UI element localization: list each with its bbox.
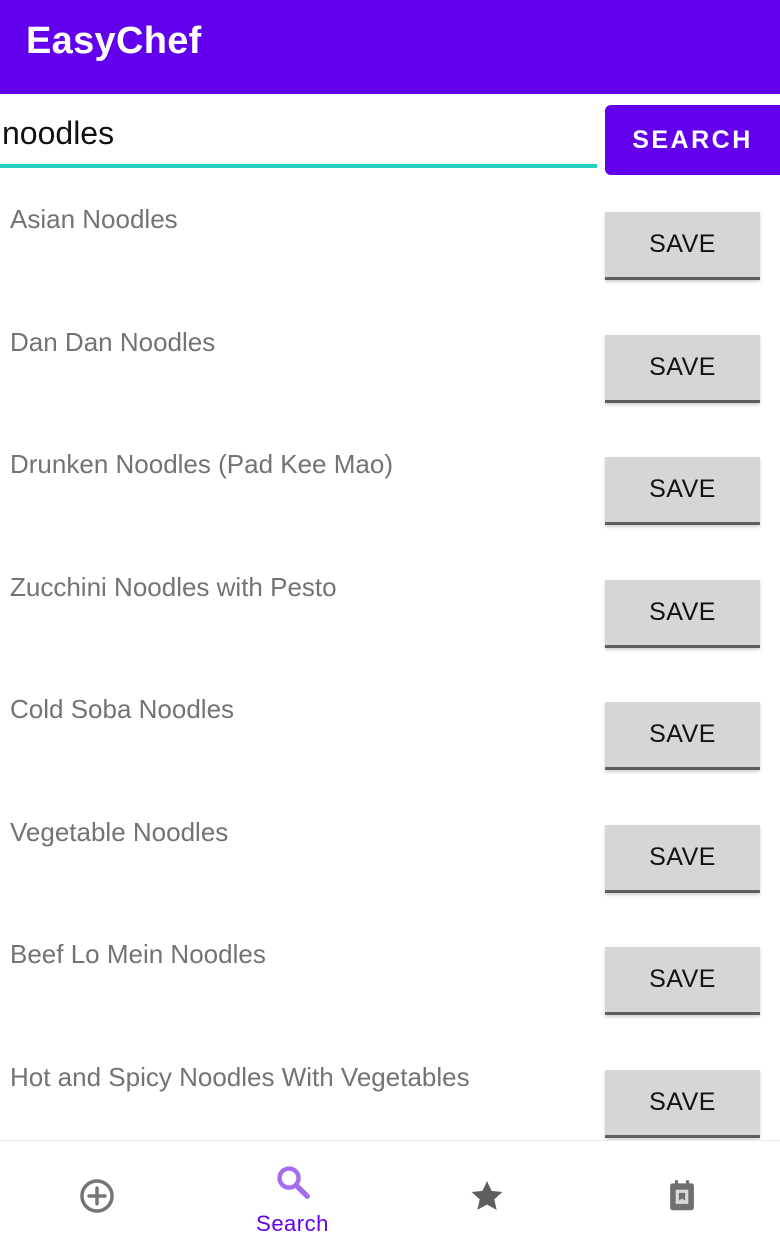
search-button[interactable]: SEARCH: [605, 105, 780, 175]
nav-label-search: Search: [256, 1211, 329, 1236]
recipe-name: Hot and Spicy Noodles With Vegetables: [10, 1061, 470, 1092]
list-item: Drunken Noodles (Pad Kee Mao) SAVE: [0, 429, 780, 552]
nav-item-recipes[interactable]: [585, 1141, 780, 1241]
nav-item-add[interactable]: [0, 1141, 195, 1241]
nav-item-favorites[interactable]: [390, 1141, 585, 1241]
recipe-name: Drunken Noodles (Pad Kee Mao): [10, 449, 393, 479]
search-input[interactable]: [0, 112, 597, 168]
star-icon: [471, 1180, 503, 1210]
recipe-name: Zucchini Noodles with Pesto: [10, 571, 337, 602]
list-item: Vegetable Noodles SAVE: [0, 797, 780, 920]
app-bar: EasyChef: [0, 0, 780, 94]
recipe-name: Vegetable Noodles: [10, 816, 229, 847]
nav-item-search[interactable]: Search: [195, 1141, 390, 1241]
save-button[interactable]: SAVE: [605, 824, 760, 893]
recipe-name: Cold Soba Noodles: [10, 694, 235, 724]
list-item: Cold Soba Noodles SAVE: [0, 674, 780, 797]
results-list[interactable]: Asian Noodles SAVE Dan Dan Noodles SAVE …: [0, 184, 780, 1140]
list-item: Hot and Spicy Noodles With Vegetables SA…: [0, 1042, 780, 1141]
save-button[interactable]: SAVE: [605, 212, 760, 280]
save-button[interactable]: SAVE: [605, 947, 760, 1015]
list-item: Zucchini Noodles with Pesto SAVE: [0, 552, 780, 675]
recipe-book-icon: [670, 1180, 694, 1211]
app-screen: EasyChef SEARCH Asian Noodles SAVE Dan D…: [0, 0, 780, 1241]
app-title: EasyChef: [26, 20, 202, 62]
add-circle-icon: [80, 1179, 114, 1213]
list-item: Dan Dan Noodles SAVE: [0, 307, 780, 430]
save-button[interactable]: SAVE: [605, 579, 760, 648]
bottom-navigation: Search: [0, 1140, 780, 1241]
list-item: Asian Noodles SAVE: [0, 184, 780, 307]
save-button[interactable]: SAVE: [605, 702, 760, 770]
save-button[interactable]: SAVE: [605, 334, 760, 403]
recipe-name: Asian Noodles: [10, 204, 178, 234]
save-button[interactable]: SAVE: [605, 457, 760, 525]
search-icon: [277, 1166, 310, 1199]
recipe-name: Beef Lo Mein Noodles: [10, 939, 266, 969]
save-button[interactable]: SAVE: [605, 1069, 760, 1138]
list-item: Beef Lo Mein Noodles SAVE: [0, 919, 780, 1042]
recipe-name: Dan Dan Noodles: [10, 326, 216, 357]
